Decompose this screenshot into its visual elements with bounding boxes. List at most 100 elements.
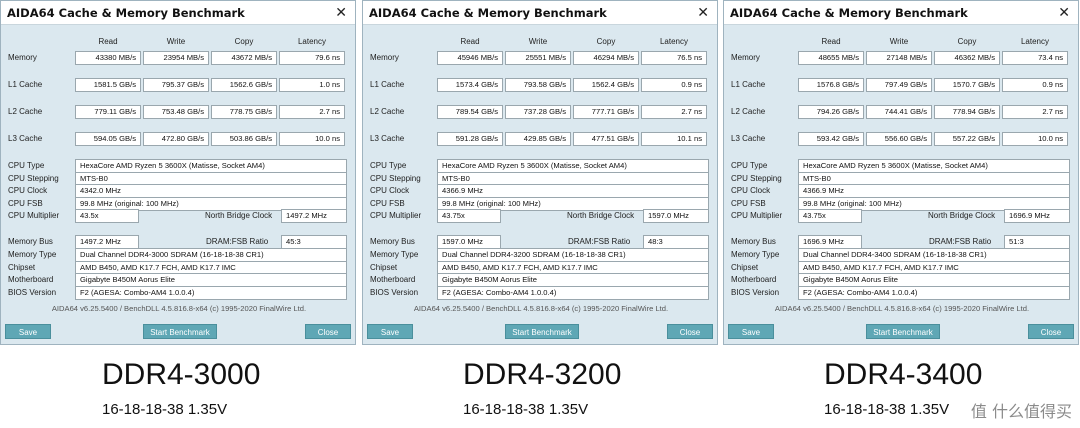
result-cell: 48655 MB/s (798, 51, 864, 65)
row-label: Memory (370, 53, 399, 62)
result-cell: 10.0 ns (279, 132, 345, 146)
result-cell: 594.05 GB/s (75, 132, 141, 146)
result-cell: 1581.5 GB/s (75, 78, 141, 92)
close-icon[interactable]: ✕ (1058, 4, 1070, 21)
row-label: L2 Cache (370, 107, 405, 116)
row-label: L3 Cache (370, 134, 405, 143)
cpu-type-field: HexaCore AMD Ryzen 5 3600X (Matisse, Soc… (798, 159, 1070, 173)
memory-type-field: Dual Channel DDR4-3400 SDRAM (16-18-18-3… (798, 248, 1070, 262)
result-cell: 556.60 GB/s (866, 132, 932, 146)
column-header: Read (821, 37, 841, 46)
result-cell: 744.41 GB/s (866, 105, 932, 119)
result-cell: 753.48 GB/s (143, 105, 209, 119)
result-cell: 557.22 GB/s (934, 132, 1000, 146)
info-label: Chipset (8, 263, 36, 272)
start-benchmark-button[interactable]: Start Benchmark (866, 324, 940, 339)
info-label: CPU Multiplier (8, 211, 60, 220)
result-cell: 43672 MB/s (211, 51, 277, 65)
close-button[interactable]: Close (305, 324, 351, 339)
dram-ratio-label: DRAM:FSB Ratio (929, 237, 992, 246)
info-label: CPU Clock (370, 186, 410, 195)
info-label: CPU Stepping (8, 174, 59, 183)
column-header: Copy (596, 37, 616, 46)
result-cell: 10.1 ns (641, 132, 707, 146)
result-cell: 27148 MB/s (866, 51, 932, 65)
info-label: Motherboard (370, 275, 416, 284)
row-label: Memory (8, 53, 37, 62)
benchmark-panels: AIDA64 Cache & Memory Benchmark ✕ Read Writ… (0, 0, 1080, 346)
info-label: CPU Stepping (370, 174, 421, 183)
memory-bus-field: 1696.9 MHz (798, 235, 862, 249)
bios-field: F2 (AGESA: Combo-AM4 1.0.0.4) (437, 286, 709, 300)
result-cell: 778.75 GB/s (211, 105, 277, 119)
info-label: CPU Type (370, 161, 407, 170)
memory-type-field: Dual Channel DDR4-3200 SDRAM (16-18-18-3… (437, 248, 709, 262)
result-cell: 593.42 GB/s (798, 132, 864, 146)
result-cell: 1573.4 GB/s (437, 78, 503, 92)
row-label: L1 Cache (8, 80, 43, 89)
info-label: CPU Stepping (731, 174, 782, 183)
result-cell: 797.49 GB/s (866, 78, 932, 92)
result-cell: 1570.7 GB/s (934, 78, 1000, 92)
memory-bus-field: 1497.2 MHz (75, 235, 139, 249)
result-cell: 73.4 ns (1002, 51, 1068, 65)
row-label: L2 Cache (731, 107, 766, 116)
caption-strip: DDR4-3000 16-18-18-38 1.35V DDR4-3200 16… (0, 346, 1080, 428)
dram-ratio-label: DRAM:FSB Ratio (568, 237, 631, 246)
result-cell: 46294 MB/s (573, 51, 639, 65)
start-benchmark-button[interactable]: Start Benchmark (505, 324, 579, 339)
result-cell: 2.7 ns (1002, 105, 1068, 119)
cpu-clock-field: 4366.9 MHz (437, 184, 709, 198)
result-cell: 793.58 GB/s (505, 78, 571, 92)
version-footer: AIDA64 v6.25.5400 / BenchDLL 4.5.816.8-x… (51, 304, 307, 313)
info-label: Memory Type (370, 250, 419, 259)
north-bridge-field: 1597.0 MHz (643, 209, 709, 223)
caption-title: DDR4-3400 (824, 358, 983, 391)
caption-title: DDR4-3200 (463, 358, 622, 391)
window-title: AIDA64 Cache & Memory Benchmark (730, 6, 968, 20)
info-label: CPU Clock (731, 186, 771, 195)
north-bridge-label: North Bridge Clock (205, 211, 273, 220)
info-label: BIOS Version (731, 288, 780, 297)
title-bar: AIDA64 Cache & Memory Benchmark ✕ (1, 1, 355, 25)
result-cell: 794.26 GB/s (798, 105, 864, 119)
save-button[interactable]: Save (367, 324, 413, 339)
bios-field: F2 (AGESA: Combo-AM4 1.0.0.4) (798, 286, 1070, 300)
info-label: Chipset (370, 263, 398, 272)
close-icon[interactable]: ✕ (335, 4, 347, 21)
result-cell: 10.0 ns (1002, 132, 1068, 146)
result-cell: 46362 MB/s (934, 51, 1000, 65)
close-button[interactable]: Close (1028, 324, 1074, 339)
column-header: Latency (297, 37, 327, 46)
result-cell: 789.54 GB/s (437, 105, 503, 119)
north-bridge-field: 1696.9 MHz (1004, 209, 1070, 223)
watermark-logo: 值 什么值得买 (970, 402, 1072, 421)
caption-title: DDR4-3000 (102, 358, 261, 391)
result-cell: 1562.4 GB/s (573, 78, 639, 92)
result-cell: 23954 MB/s (143, 51, 209, 65)
memory-type-field: Dual Channel DDR4-3000 SDRAM (16-18-18-3… (75, 248, 347, 262)
column-header: Latency (1020, 37, 1050, 46)
title-bar: AIDA64 Cache & Memory Benchmark ✕ (363, 1, 717, 25)
result-cell: 779.11 GB/s (75, 105, 141, 119)
result-cell: 2.7 ns (641, 105, 707, 119)
result-cell: 76.5 ns (641, 51, 707, 65)
start-benchmark-button[interactable]: Start Benchmark (143, 324, 217, 339)
motherboard-field: Gigabyte B450M Aorus Elite (437, 273, 709, 287)
cpu-type-field: HexaCore AMD Ryzen 5 3600X (Matisse, Soc… (75, 159, 347, 173)
version-footer: AIDA64 v6.25.5400 / BenchDLL 4.5.816.8-x… (774, 304, 1030, 313)
save-button[interactable]: Save (728, 324, 774, 339)
north-bridge-label: North Bridge Clock (928, 211, 996, 220)
info-label: CPU FSB (8, 199, 43, 208)
close-icon[interactable]: ✕ (697, 4, 709, 21)
column-header: Write (166, 37, 186, 46)
cpu-multiplier-field: 43.75x (798, 209, 862, 223)
row-label: L3 Cache (8, 134, 43, 143)
dram-ratio-field: 51:3 (1004, 235, 1070, 249)
result-cell: 0.9 ns (1002, 78, 1068, 92)
info-label: Memory Bus (370, 237, 415, 246)
save-button[interactable]: Save (5, 324, 51, 339)
info-label: Memory Type (731, 250, 780, 259)
column-header: Write (528, 37, 548, 46)
close-button[interactable]: Close (667, 324, 713, 339)
